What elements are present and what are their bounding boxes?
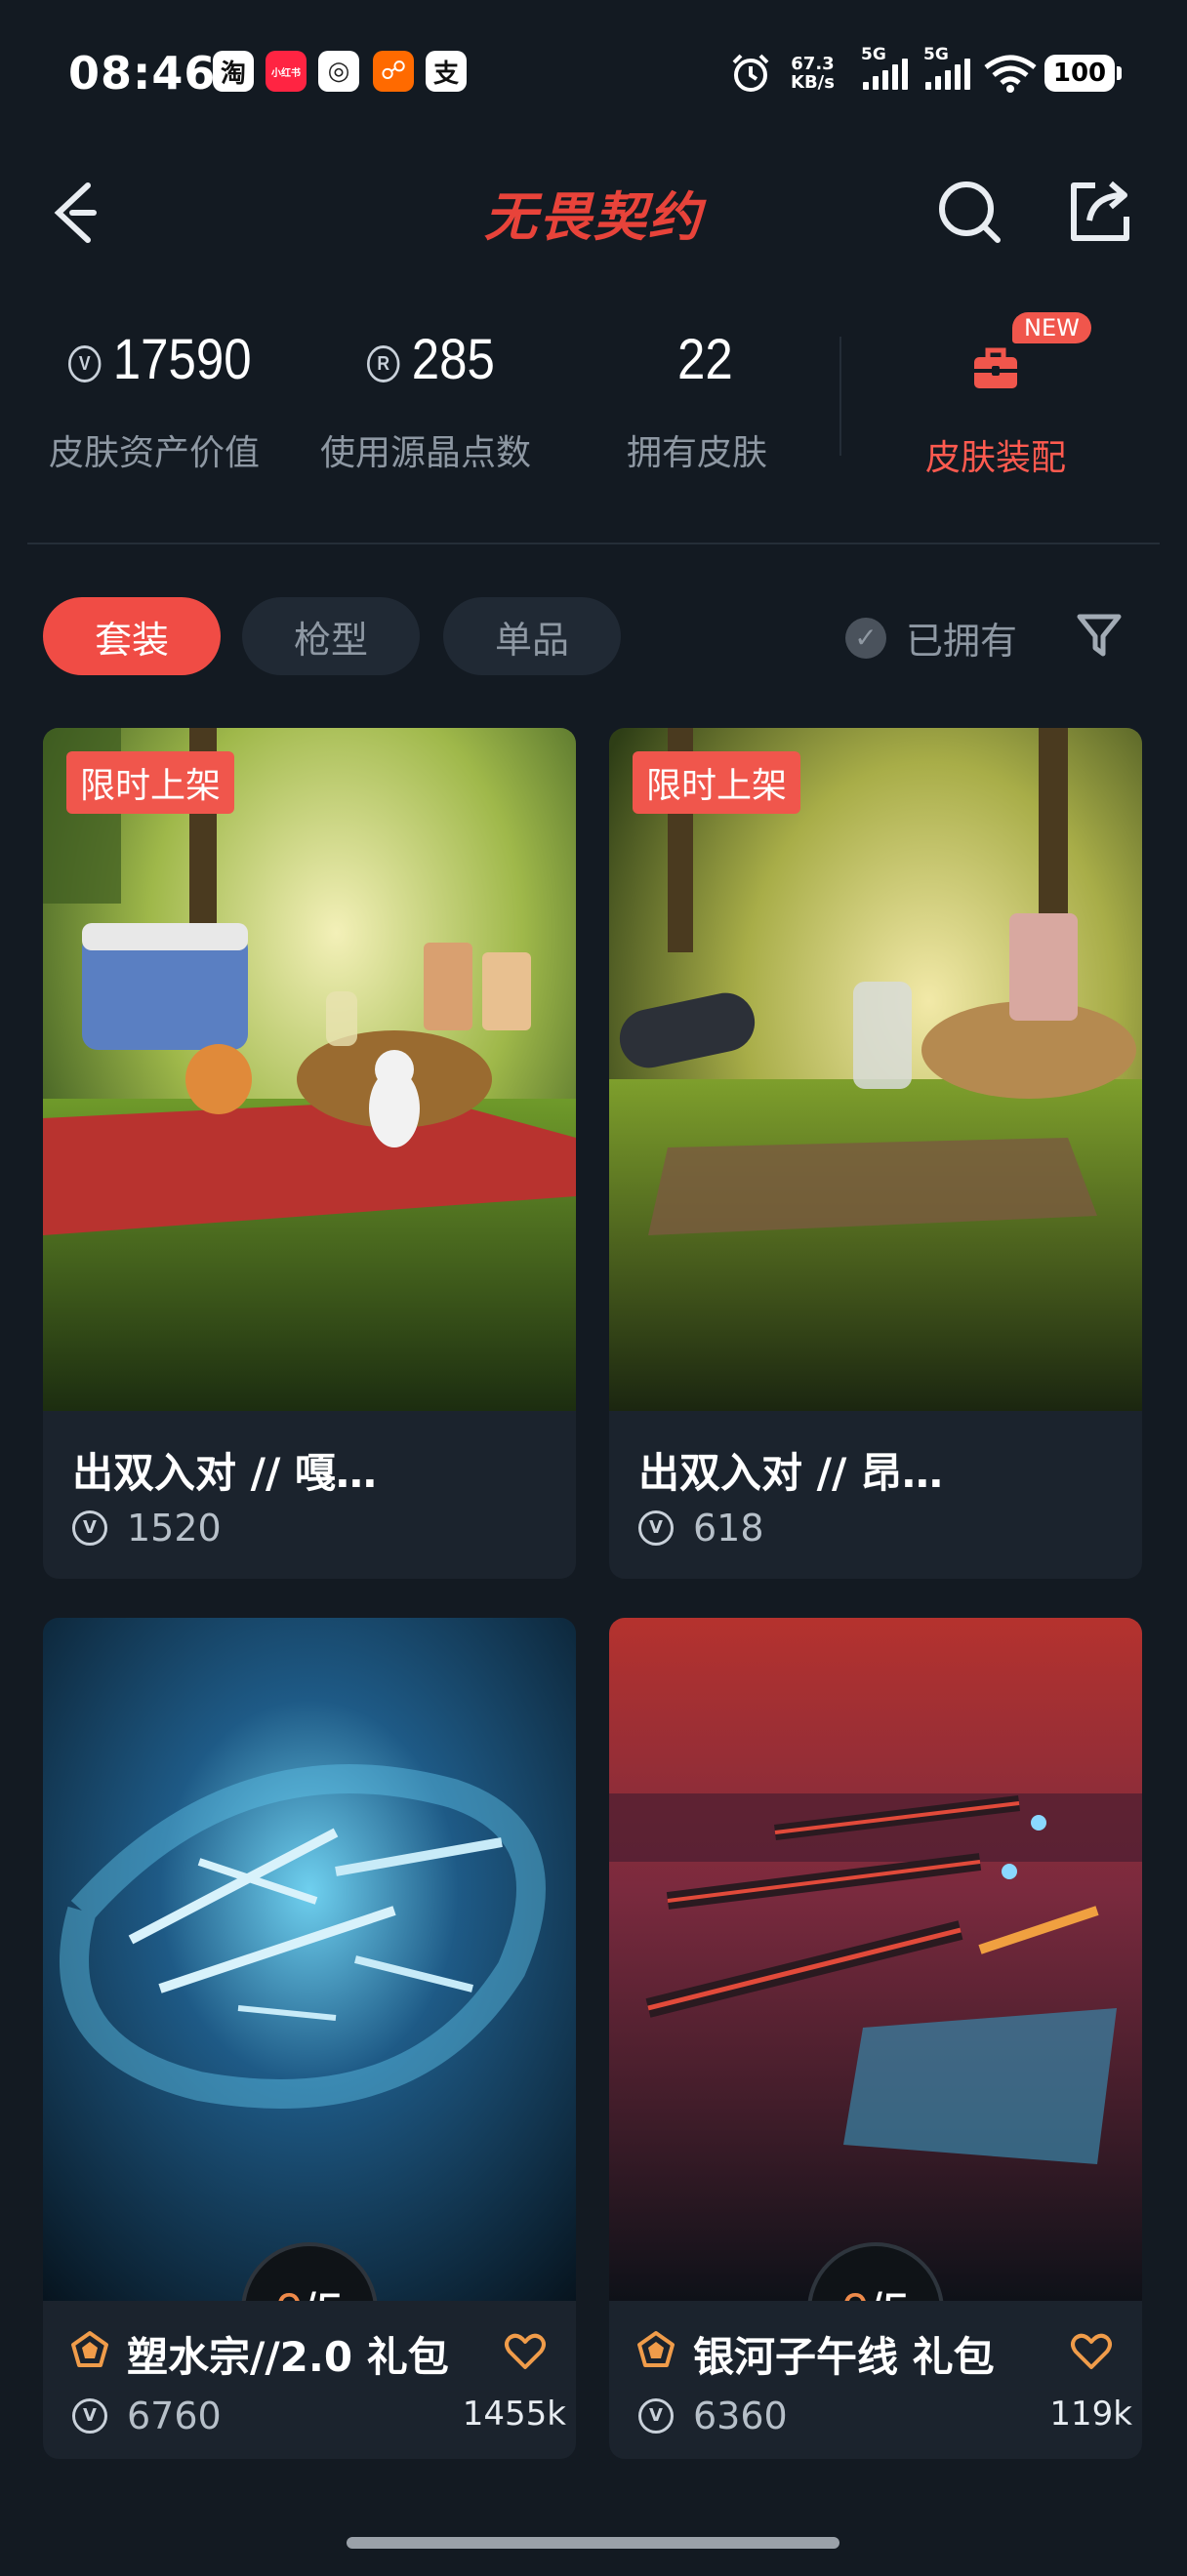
taobao-icon: 淘 (213, 51, 254, 92)
limited-tag: 限时上架 (633, 751, 801, 814)
status-bar: 08:46 淘 小红书 ◎ ☍ 支 67.3 KB/s 5G 5G 100 (0, 0, 1187, 146)
clock: 08:46 (68, 47, 217, 100)
points-stat: R 285 使用源晶点数 (320, 327, 531, 473)
premium-tier-icon (71, 2331, 108, 2367)
bundle-card[interactable]: 0/5 塑水宗//2.0 礼包 V6760 1455k (43, 1618, 576, 2459)
asset-value: 17590 (112, 328, 252, 391)
shopping-app-icon: ☍ (373, 51, 414, 92)
filter-button[interactable] (1076, 611, 1123, 660)
back-chevron-icon (54, 182, 97, 243)
xiaohongshu-icon: 小红书 (266, 51, 307, 92)
bundle-image: 限时上架 (43, 728, 576, 1411)
valorant-point-icon: V (72, 1510, 107, 1546)
bundle-image: 0/5 (43, 1618, 576, 2301)
bundle-image: 限时上架 (609, 728, 1142, 1411)
search-button[interactable] (935, 178, 1003, 246)
bundle-price: V 6360 (638, 2395, 788, 2437)
alipay-icon: 支 (426, 51, 467, 92)
tab-bundles[interactable]: 套装 (43, 597, 221, 675)
network-speed: 67.3 KB/s (791, 54, 835, 93)
tab-weapon-types[interactable]: 枪型 (242, 597, 420, 675)
stats-divider (839, 337, 841, 456)
bundle-image: 0/5 (609, 1618, 1142, 2301)
owned-skins-value: 22 (677, 328, 733, 391)
bundle-card[interactable]: 限时上架 出双入对 // 嘎… V 1520 (43, 728, 576, 1579)
owned-filter-toggle[interactable]: ✓ 已拥有 (845, 611, 1017, 664)
china-mobile-icon: ◎ (318, 51, 359, 92)
signal-5g-2-icon: 5G (923, 45, 970, 98)
bundle-price: V 618 (638, 1507, 764, 1550)
share-button[interactable] (1066, 178, 1134, 246)
owned-skins-label: 拥有皮肤 (627, 433, 768, 473)
filter-icon (1077, 614, 1122, 657)
checkmark-icon: ✓ (845, 617, 886, 659)
bundle-card[interactable]: 0/5 银河子午线 礼包 V6360 119k (609, 1618, 1142, 2459)
valorant-point-icon: V (68, 344, 102, 382)
bundle-card[interactable]: 限时上架 出双入对 // 昂… V 618 (609, 728, 1142, 1579)
valorant-point-icon: V (638, 1510, 674, 1546)
bundle-price: V 1520 (72, 1507, 222, 1550)
points-label: 使用源晶点数 (320, 433, 532, 473)
signal-5g-1-icon: 5G (861, 45, 908, 98)
limited-tag: 限时上架 (66, 751, 235, 814)
battery-indicator: 100 (1044, 49, 1122, 98)
heart-icon[interactable] (504, 2332, 547, 2371)
alarm-icon (728, 49, 773, 98)
divider (27, 543, 1160, 544)
bundle-name: 银河子午线 礼包 (693, 2333, 995, 2381)
valorant-point-icon: V (638, 2398, 674, 2434)
new-badge: NEW (1012, 312, 1091, 343)
bundle-name: 出双入对 // 昂… (638, 1449, 943, 1497)
asset-value-label: 皮肤资产价值 (49, 433, 261, 473)
owned-skins-stat: 22 拥有皮肤 (627, 327, 767, 473)
owned-filter-label: 已拥有 (906, 620, 1018, 663)
radianite-point-icon: R (367, 344, 400, 382)
home-indicator[interactable] (347, 2537, 839, 2549)
likes-count: 119k (1049, 2395, 1132, 2434)
skin-equip-label: 皮肤装配 (925, 438, 1067, 478)
search-icon (939, 181, 1001, 243)
bundle-price: V 6760 (72, 2395, 222, 2437)
back-button[interactable] (47, 178, 105, 246)
tab-single-items[interactable]: 单品 (443, 597, 621, 675)
wifi-icon (984, 49, 1037, 98)
valorant-point-icon: V (72, 2398, 107, 2434)
bundle-name: 出双入对 // 嘎… (72, 1449, 377, 1497)
page-title: 无畏契约 (484, 186, 703, 248)
skin-equip-button[interactable]: NEW 皮肤装配 (898, 312, 1103, 478)
premium-tier-icon (637, 2331, 675, 2367)
share-icon (1071, 181, 1129, 241)
likes-count: 1455k (462, 2395, 566, 2434)
toolbox-icon (974, 347, 1017, 388)
heart-icon[interactable] (1070, 2332, 1113, 2371)
bundle-name: 塑水宗//2.0 礼包 (127, 2333, 449, 2381)
asset-value-stat: V 17590 皮肤资产价值 (49, 327, 276, 473)
points-value: 285 (411, 328, 495, 391)
